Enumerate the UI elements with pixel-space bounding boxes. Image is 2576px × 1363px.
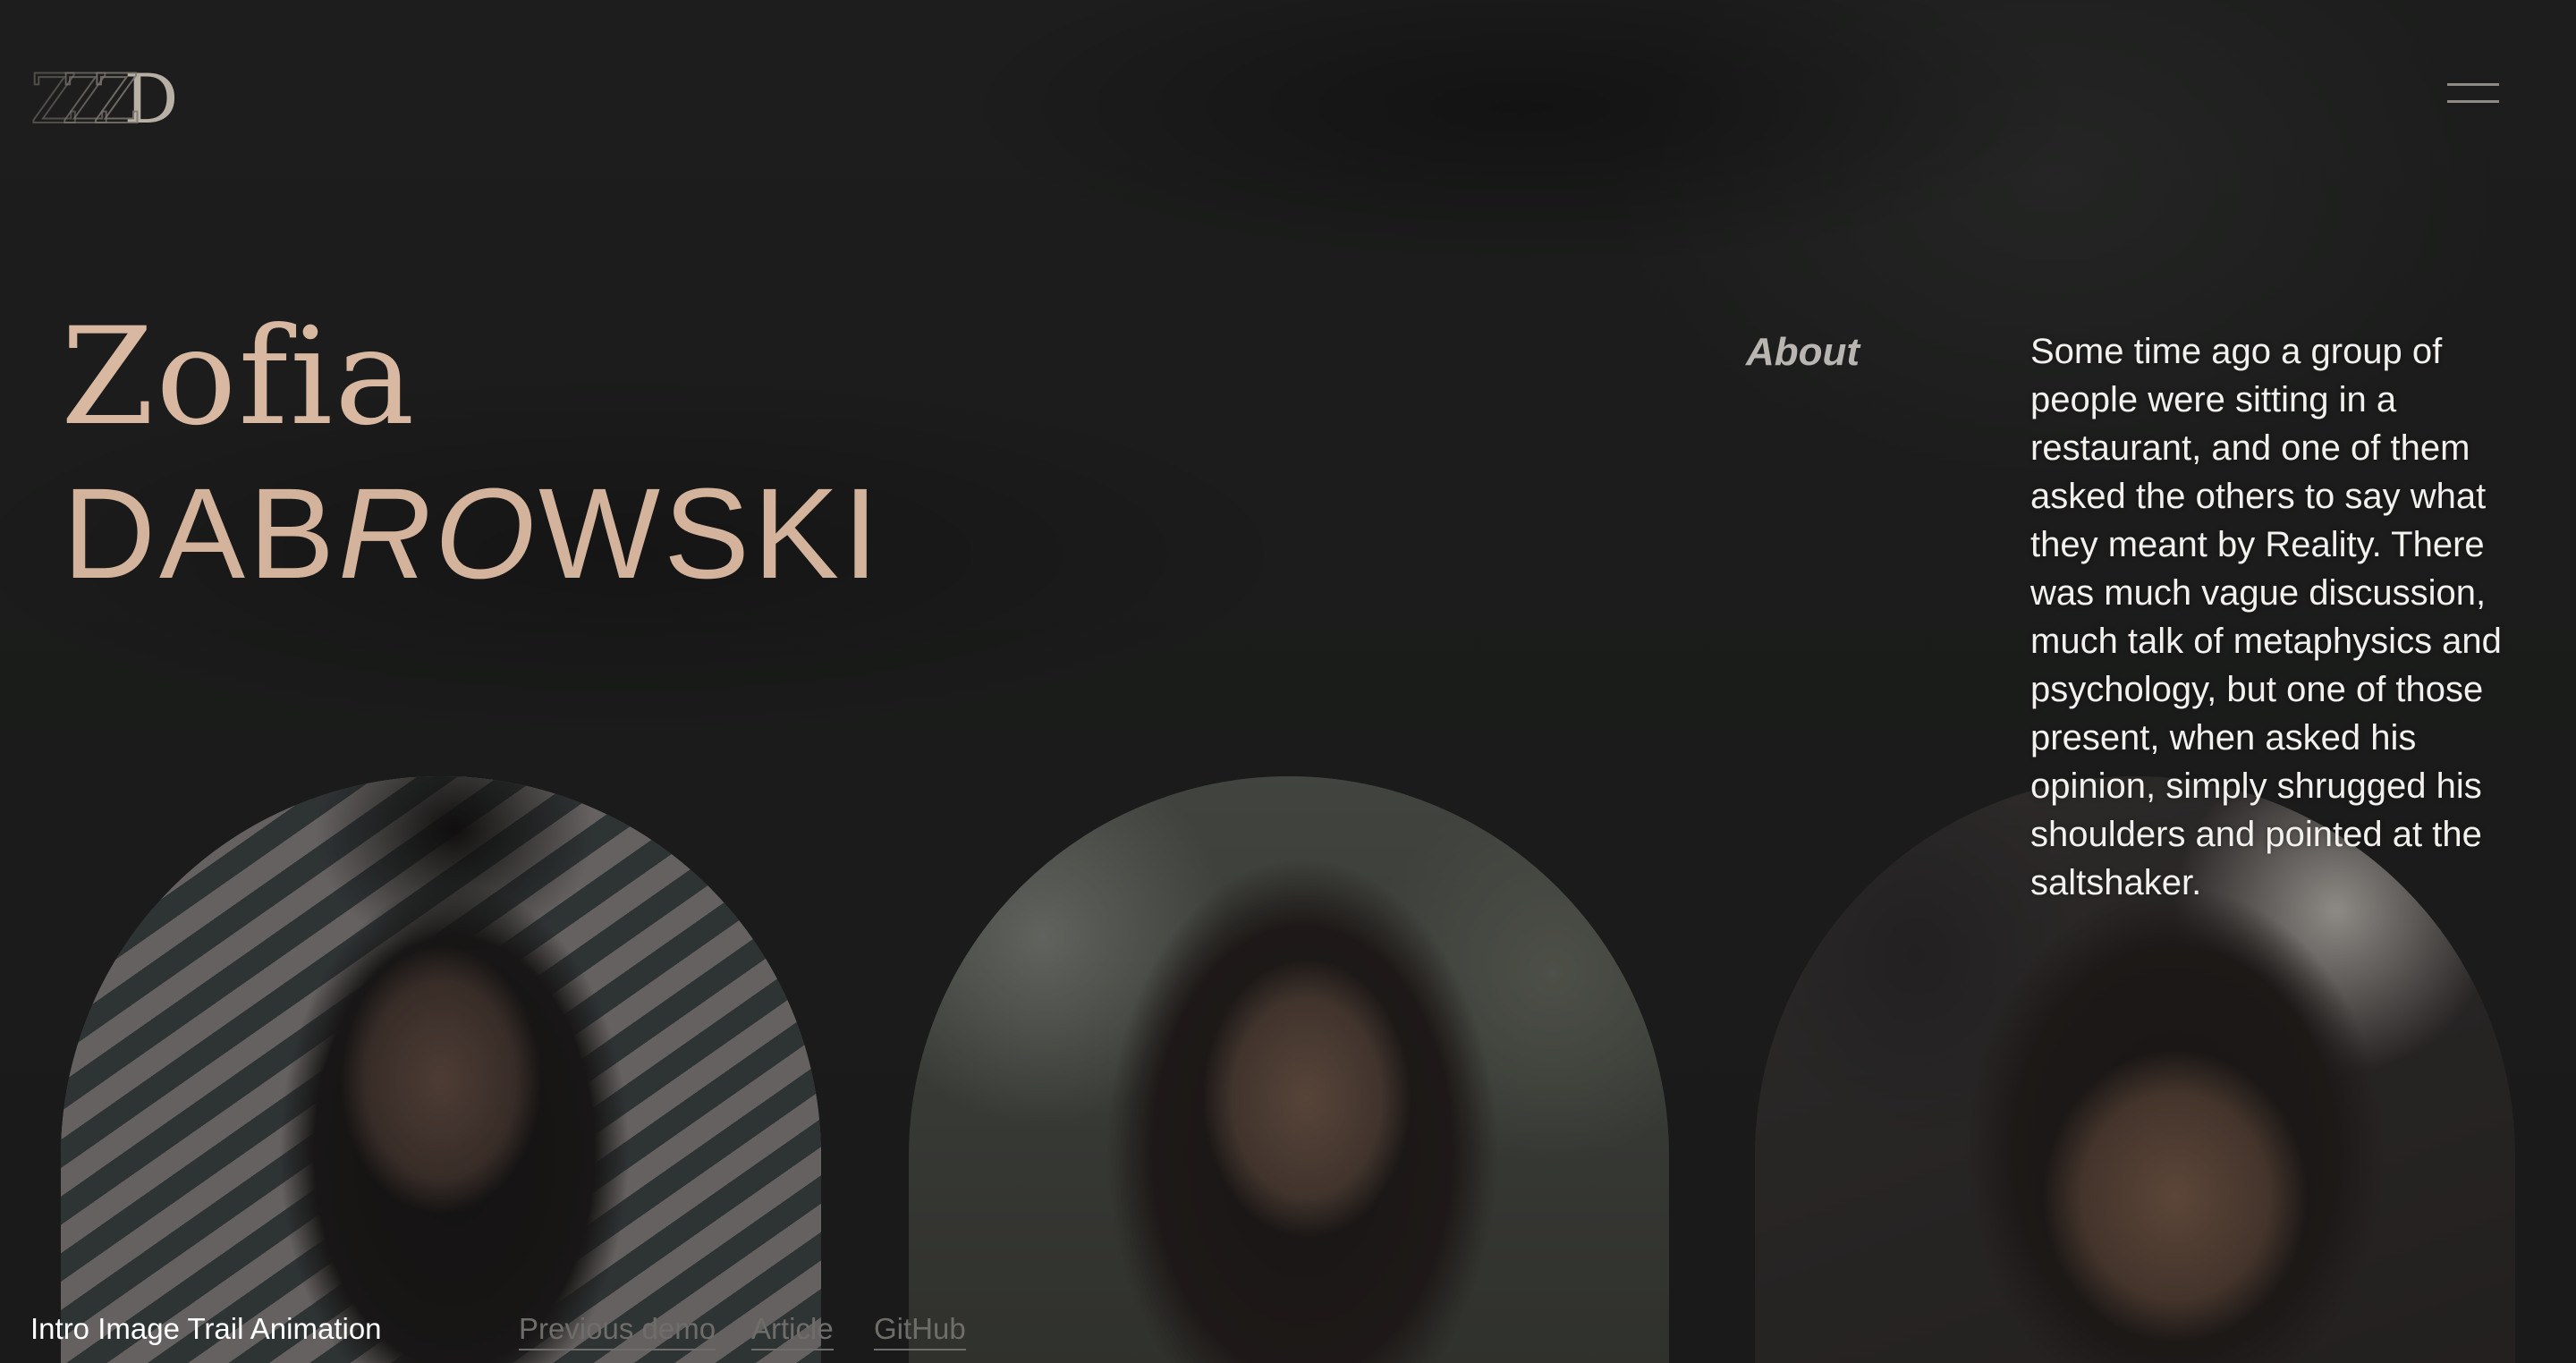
logo-letter: Z — [61, 59, 110, 139]
site-logo[interactable]: Z Z Z D — [30, 59, 236, 139]
hamburger-menu-icon[interactable] — [2447, 80, 2499, 107]
last-name-heading: DABROWSKI — [63, 467, 882, 601]
photo-overlay — [909, 776, 1669, 1363]
about-text: Some time ago a group of people were sit… — [2030, 332, 2502, 902]
about-label: About — [1746, 330, 1860, 374]
demo-title: Intro Image Trail Animation — [30, 1312, 382, 1345]
last-name-part: WSKI — [538, 461, 883, 605]
logo-letter: Z — [30, 59, 79, 139]
previous-demo-link[interactable]: Previous demo — [519, 1309, 716, 1350]
logo-letter: D — [123, 59, 179, 139]
menu-line — [2447, 100, 2499, 103]
github-link[interactable]: GitHub — [874, 1309, 966, 1350]
last-name-part: DAB — [63, 461, 339, 605]
last-name-italic-part: RO — [338, 461, 539, 605]
menu-line — [2447, 83, 2499, 86]
demo-footer: Intro Image Trail Animation Previous dem… — [0, 1306, 2576, 1350]
portrait-arch-2 — [909, 776, 1669, 1363]
logo-letter: Z — [92, 59, 141, 139]
article-link[interactable]: Article — [751, 1309, 834, 1350]
first-name-heading: Zofia — [61, 300, 417, 455]
photo-overlay — [61, 776, 821, 1363]
portrait-arch-1 — [61, 776, 821, 1363]
